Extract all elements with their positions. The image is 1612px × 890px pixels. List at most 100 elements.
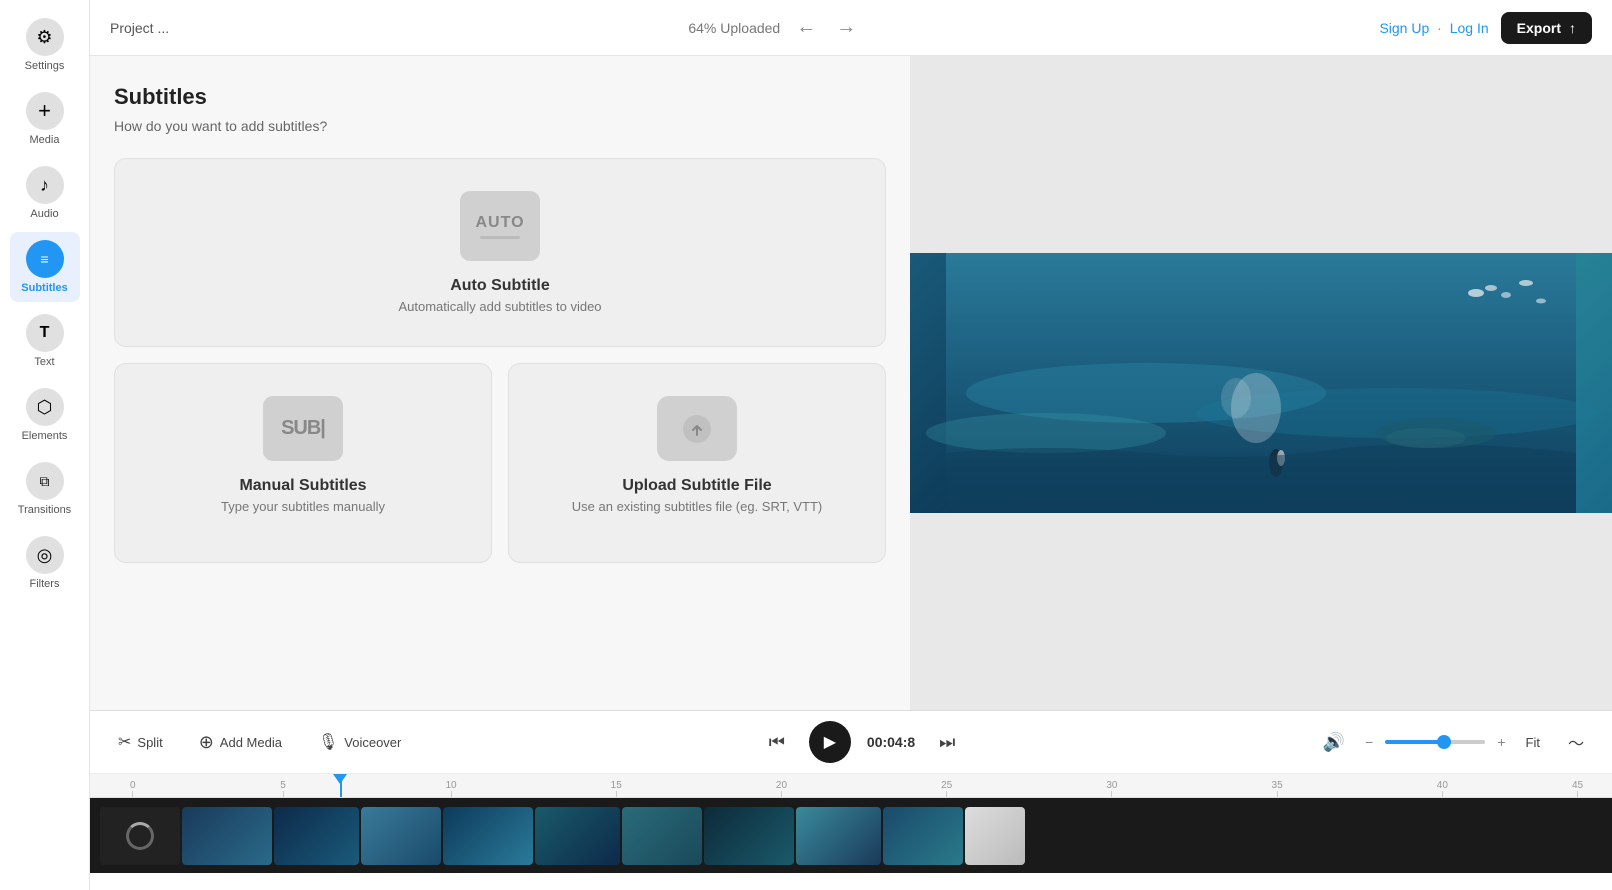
sidebar-label-audio: Audio [30,208,58,220]
export-label: Export [1517,20,1561,36]
split-label: Split [137,735,162,750]
subtitles-icon: ≡ [26,240,64,278]
fit-button[interactable]: Fit [1518,731,1548,754]
add-media-button[interactable]: ⊕ Add Media [191,728,290,757]
playhead-triangle [333,774,347,784]
waveform-button[interactable]: 〜 [1560,726,1592,758]
sign-up-link[interactable]: Sign Up [1379,20,1429,36]
sidebar-item-transitions[interactable]: ⧉ Transitions [10,454,80,524]
ruler-mark-45: 45 [1572,780,1583,797]
play-button[interactable]: ▶ [809,721,851,763]
sidebar-label-subtitles: Subtitles [21,282,67,294]
add-media-label: Add Media [220,735,282,750]
loading-spinner [126,822,154,850]
timeline-ruler: 0 5 10 15 20 25 30 35 40 45 [90,774,1612,798]
ruler-mark-40: 40 [1437,780,1448,797]
sidebar-label-settings: Settings [25,60,65,72]
ocean-scene-svg [910,253,1612,513]
project-name[interactable]: Project ... [110,20,169,36]
timeline-toolbar: ✂ Split ⊕ Add Media 🎙 Voiceover ⏮ ▶ 00:0… [90,711,1612,774]
topbar-right: Sign Up · Log In Export ↑ [1379,12,1592,44]
clip-7[interactable] [622,807,702,865]
clip-9[interactable] [796,807,881,865]
main-area: Project ... 64% Uploaded ← → Sign Up · L… [90,0,1612,890]
sidebar-label-filters: Filters [30,578,60,590]
sidebar-label-elements: Elements [22,430,68,442]
topbar: Project ... 64% Uploaded ← → Sign Up · L… [90,0,1612,56]
text-icon: T [26,314,64,352]
auto-icon-line [480,236,520,239]
sidebar-item-elements[interactable]: ⬡ Elements [10,380,80,450]
timeline-right-controls: 🔊 − + Fit 〜 [1315,726,1592,758]
timeline-track-area: 0 5 10 15 20 25 30 35 40 45 [90,774,1612,884]
auto-subtitle-card[interactable]: AUTO Auto Subtitle Automatically add sub… [114,158,886,347]
settings-icon: ⚙ [26,18,64,56]
clip-3[interactable] [274,807,359,865]
filters-icon: ◎ [26,536,64,574]
subtitles-panel: Subtitles How do you want to add subtitl… [90,56,910,710]
auth-separator: · [1437,20,1442,36]
playhead[interactable] [340,774,342,797]
auto-icon-text: AUTO [475,214,524,232]
split-button[interactable]: ✂ Split [110,728,171,756]
voiceover-icon: 🎙 [318,732,338,752]
undo-button[interactable]: ← [792,12,820,43]
ruler-mark-25: 25 [941,780,952,797]
elements-icon: ⬡ [26,388,64,426]
sidebar-item-text[interactable]: T Text [10,306,80,376]
upload-icon-svg [681,413,713,445]
ruler-mark-35: 35 [1272,780,1283,797]
auto-subtitle-title: Auto Subtitle [450,277,550,295]
zoom-in-icon: + [1497,734,1505,750]
redo-button[interactable]: → [832,12,860,43]
add-media-icon: ⊕ [199,732,214,753]
video-preview-panel [910,56,1612,710]
clip-11[interactable] [965,807,1025,865]
sidebar-label-text: Text [34,356,54,368]
volume-button[interactable]: 🔊 [1315,728,1353,757]
sidebar-item-filters[interactable]: ◎ Filters [10,528,80,598]
upload-subtitle-card[interactable]: Upload Subtitle File Use an existing sub… [508,363,886,563]
ruler-mark-0: 0 [130,780,136,797]
track-clips [100,807,1602,865]
clip-4[interactable] [361,807,441,865]
audio-icon: ♪ [26,166,64,204]
clip-1[interactable] [100,807,180,865]
zoom-slider[interactable] [1385,740,1485,744]
manual-subtitle-icon: SUB| [263,396,343,461]
fast-forward-button[interactable]: ⏭ [931,728,963,757]
sidebar-label-transitions: Transitions [18,504,71,516]
auth-links: Sign Up · Log In [1379,20,1488,36]
ruler-mark-10: 10 [445,780,456,797]
timeline: ✂ Split ⊕ Add Media 🎙 Voiceover ⏮ ▶ 00:0… [90,710,1612,890]
ruler-mark-15: 15 [611,780,622,797]
export-button[interactable]: Export ↑ [1501,12,1592,44]
upload-subtitle-title: Upload Subtitle File [622,477,771,495]
video-preview [910,253,1612,513]
sidebar-item-media[interactable]: + Media [10,84,80,154]
video-track [90,798,1612,873]
sidebar-item-subtitles[interactable]: ≡ Subtitles [10,232,80,302]
manual-subtitle-card[interactable]: SUB| Manual Subtitles Type your subtitle… [114,363,492,563]
clip-6[interactable] [535,807,620,865]
rewind-button[interactable]: ⏮ [761,728,793,757]
voiceover-label: Voiceover [344,735,401,750]
clip-2[interactable] [182,807,272,865]
manual-subtitle-desc: Type your subtitles manually [221,499,385,514]
log-in-link[interactable]: Log In [1450,20,1489,36]
subtitle-options-row: SUB| Manual Subtitles Type your subtitle… [114,363,886,563]
sidebar-item-audio[interactable]: ♪ Audio [10,158,80,228]
voiceover-button[interactable]: 🎙 Voiceover [310,728,409,756]
transitions-icon: ⧉ [26,462,64,500]
upload-subtitle-icon [657,396,737,461]
sidebar: ⚙ Settings + Media ♪ Audio ≡ Subtitles T… [0,0,90,890]
ruler-mark-5: 5 [280,780,286,797]
sidebar-item-settings[interactable]: ⚙ Settings [10,10,80,80]
content-row: Subtitles How do you want to add subtitl… [90,56,1612,710]
upload-status: 64% Uploaded [688,20,780,36]
panel-subtitle: How do you want to add subtitles? [114,118,886,134]
time-display: 00:04:8 [867,734,915,750]
clip-10[interactable] [883,807,963,865]
clip-8[interactable] [704,807,794,865]
clip-5[interactable] [443,807,533,865]
